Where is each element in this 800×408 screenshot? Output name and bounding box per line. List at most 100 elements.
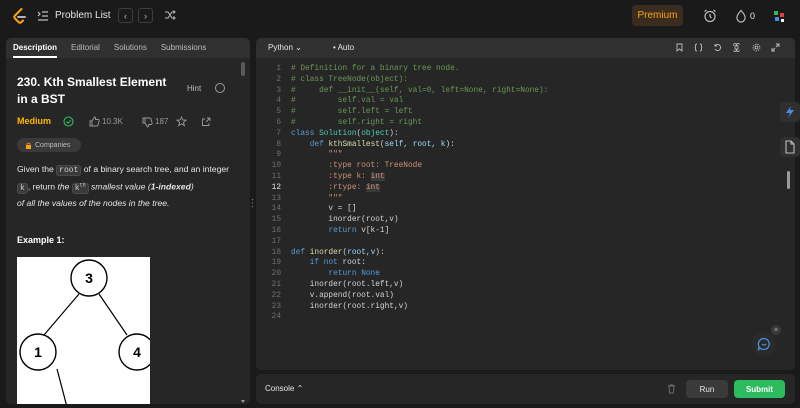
code-line: 4 # self.val = val — [256, 96, 795, 107]
desc-text: of a binary search tree, and an integer — [81, 164, 229, 174]
alarm-clock-icon[interactable] — [703, 9, 717, 23]
dislikes-count: 187 — [155, 117, 169, 126]
code-token: """ — [291, 194, 343, 203]
lock-icon — [26, 142, 31, 149]
code-token: # def __init__(self, val=0, left=None, r… — [291, 86, 549, 95]
likes-count: 10.3K — [102, 117, 123, 126]
leetcode-logo-icon[interactable] — [12, 8, 28, 25]
difficulty-badge: Medium — [17, 116, 52, 126]
command-icon[interactable] — [732, 43, 741, 52]
code-line-current: 12 :rtype: int — [256, 183, 795, 194]
hint-button[interactable]: Hint — [187, 84, 201, 93]
line-number: 11 — [271, 172, 281, 181]
editor-scrollbar[interactable] — [787, 171, 790, 189]
auto-mode-label[interactable]: • Auto — [333, 43, 354, 52]
close-icon: × — [773, 326, 779, 334]
console-toggle[interactable]: Console ⌃ — [265, 384, 303, 393]
companies-label: Companies — [35, 141, 71, 149]
code-token: inorder(root.right,v) — [291, 302, 408, 311]
reset-icon[interactable] — [713, 43, 722, 52]
problem-list-link[interactable]: Problem List — [55, 10, 111, 21]
code-line: 22 v.append(root.val) — [256, 291, 795, 302]
line-number: 16 — [271, 226, 281, 235]
companies-tag[interactable]: Companies — [17, 138, 81, 152]
line-number: 12 — [271, 183, 281, 192]
side-tool-leetcode[interactable] — [780, 102, 800, 122]
trash-icon[interactable] — [667, 384, 676, 394]
problem-title: 230. Kth Smallest Element in a BST — [17, 75, 167, 106]
code-token: # Definition for a binary tree node. — [291, 65, 460, 73]
code-line: 5 # self.left = left — [256, 107, 795, 118]
chat-assistant-button[interactable] — [752, 332, 776, 356]
shuffle-icon[interactable] — [164, 9, 176, 21]
share-icon[interactable] — [201, 116, 212, 127]
problem-list-icon[interactable] — [37, 10, 49, 22]
code-line: 20 return None — [256, 269, 795, 280]
run-button[interactable]: Run — [686, 380, 728, 398]
line-number: 23 — [271, 302, 281, 311]
language-label: Python — [268, 43, 293, 52]
line-number: 4 — [276, 97, 281, 106]
tab-submissions[interactable]: Submissions — [154, 38, 213, 58]
premium-button[interactable]: Premium — [632, 5, 683, 26]
user-avatar-icon[interactable] — [772, 9, 786, 23]
line-number: 21 — [271, 280, 281, 289]
code-token: v.append(root.val) — [291, 291, 394, 300]
code-line: 14 v = [] — [256, 204, 795, 215]
desc-italic: smallest value ( — [88, 181, 151, 192]
prev-problem-button[interactable]: ‹ — [118, 8, 133, 23]
code-token: # self.right = right — [291, 118, 423, 127]
code-token: return v[k-1] — [328, 226, 390, 235]
line-number: 18 — [271, 248, 281, 257]
code-line: 18 def inorder(root,v): — [256, 248, 795, 259]
thumbs-down-icon[interactable] — [142, 117, 153, 128]
line-number: 2 — [276, 75, 281, 84]
side-tool-notes[interactable] — [780, 137, 800, 157]
code-area[interactable]: 1 # Definition for a binary tree node. 2 #… — [256, 64, 795, 323]
next-problem-button[interactable]: › — [138, 8, 153, 23]
panel-resize-handle[interactable] — [251, 198, 254, 208]
bookmark-icon[interactable] — [675, 43, 684, 52]
submit-button[interactable]: Submit — [734, 380, 785, 398]
code-token: root — [347, 248, 366, 257]
format-braces-icon[interactable] — [694, 43, 703, 52]
line-number: 15 — [271, 216, 281, 225]
code-token: k — [440, 140, 446, 149]
code-token: kthSmallest — [328, 140, 380, 149]
close-chat-button[interactable]: × — [771, 325, 781, 335]
thumbs-up-icon[interactable] — [89, 116, 100, 127]
line-number: 17 — [271, 237, 281, 246]
code-line: 21 inorder(root.left,v) — [256, 280, 795, 291]
code-token: """ — [291, 151, 343, 160]
code-token: self — [384, 140, 404, 149]
code-line: 23 inorder(root.right,v) — [256, 302, 795, 313]
line-number: 24 — [271, 313, 281, 322]
code-line: 11 :type k: int — [256, 172, 795, 183]
language-selector[interactable]: Python ⌄ — [268, 43, 302, 52]
settings-gear-icon[interactable] — [752, 43, 761, 52]
chevron-left-icon: ‹ — [124, 10, 127, 21]
code-token: return — [328, 270, 357, 279]
code-token: int — [365, 183, 380, 192]
tree-node-root-label: 3 — [85, 270, 93, 286]
tab-solutions[interactable]: Solutions — [107, 38, 154, 58]
code-token: Solution — [319, 129, 357, 138]
tab-description[interactable]: Description — [6, 38, 64, 58]
code-line: 15 inorder(root,v) — [256, 215, 795, 226]
inline-code-k: k — [17, 182, 28, 194]
code-line: 19 if not root: — [256, 258, 795, 269]
code-token: class — [291, 129, 315, 138]
code-token: :rtype: int — [291, 183, 380, 192]
star-icon[interactable] — [176, 116, 187, 127]
expand-icon[interactable] — [771, 43, 780, 52]
streak-drop-icon[interactable] — [734, 9, 748, 23]
description-tabs: Description Editorial Solutions Submissi… — [6, 38, 250, 58]
code-token: if — [309, 259, 320, 268]
more-options-icon[interactable] — [215, 83, 225, 93]
description-scrollbar[interactable] — [241, 62, 245, 404]
code-line: 9 """ — [256, 150, 795, 161]
line-number: 1 — [276, 65, 281, 73]
tab-editorial[interactable]: Editorial — [64, 38, 107, 58]
example-heading: Example 1: — [17, 235, 65, 245]
